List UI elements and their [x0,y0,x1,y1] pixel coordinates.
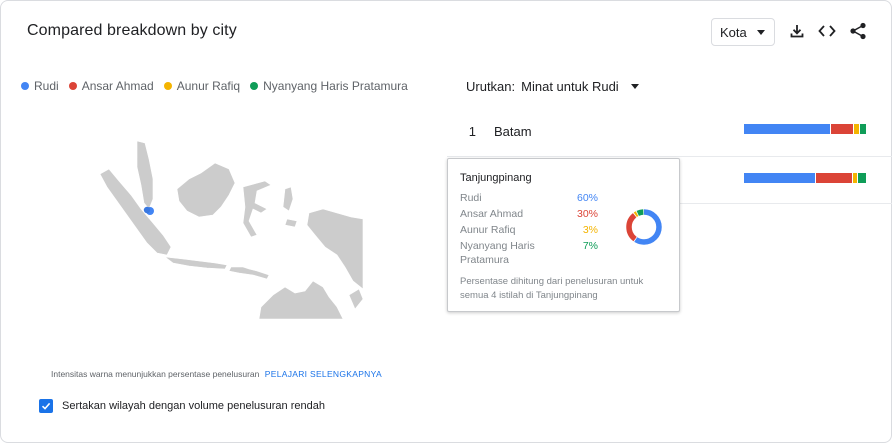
footnote-text: Intensitas warna menunjukkan persentase … [51,369,260,379]
tooltip-value: 7% [582,240,598,252]
resolution-select-value: Kota [720,24,747,40]
rank-number: 1 [468,123,476,139]
resolution-select[interactable]: Kota [711,18,775,46]
color-intensity-note: Intensitas warna menunjukkan persentase … [51,369,382,379]
segment-ansar-ahmad [831,124,853,134]
map-region-australia [258,280,344,319]
tooltip-row-rudi: Rudi 60% [460,191,598,205]
legend-dot [250,82,259,90]
segment-rudi [744,124,831,134]
legend-item-ansar-ahmad: Ansar Ahmad [68,79,154,93]
tooltip-title: Tanjungpinang [460,172,532,184]
low-volume-checkbox[interactable] [39,399,53,413]
download-icon [790,25,804,38]
tooltip-row-aunur-rafiq: Aunur Rafiq 3% [460,223,598,237]
map-region-java [163,256,228,270]
legend-dot [68,82,77,90]
code-icon [818,25,836,37]
map-region-peninsula [136,140,154,210]
legend-dot [163,82,172,90]
segment-aunur-rafiq [853,124,860,134]
region-map[interactable] [97,129,367,319]
map-region-sulawesi [242,180,272,238]
stacked-bar [744,173,866,183]
map-region-nusa-tenggara [228,266,270,280]
highlight-marker-batam [143,206,151,214]
legend-dot [21,82,29,90]
legend-label: Nyanyang Haris Pratamura [263,79,408,93]
share-button[interactable] [847,20,869,42]
embed-button[interactable] [816,20,838,42]
learn-more-link[interactable]: PELAJARI SELENGKAPNYA [265,369,382,379]
tooltip-value: 30% [576,208,598,220]
row-divider [447,156,892,157]
low-volume-checkbox-row[interactable]: Sertakan wilayah dengan volume penelusur… [39,399,325,413]
segment-nyanyang [860,124,866,134]
legend-item-aunur-rafiq: Aunur Rafiq [163,79,241,93]
legend-item-rudi: Rudi [21,79,59,93]
tooltip-term: Nyanyang Haris Pratamura [460,240,535,266]
tooltip-value: 3% [582,224,598,236]
tooltip-value: 60% [576,192,598,204]
tooltip-donut-chart [626,209,662,245]
legend-label: Aunur Rafiq [176,79,241,93]
caret-down-icon [630,84,639,89]
tooltip-row-nyanyang: Nyanyang Haris Pratamura 7% [460,239,598,267]
map-region-papua [306,208,364,290]
share-icon [850,22,866,40]
legend-item-nyanyang: Nyanyang Haris Pratamura [250,79,408,93]
tooltip-row-ansar-ahmad: Ansar Ahmad 30% [460,207,598,221]
segment-aunur-rafiq [853,173,857,183]
map-region-sumatra [99,168,172,256]
tooltip-term: Ansar Ahmad [460,208,524,220]
tooltip-footer: Persentase dihitung dari penelusuran unt… [460,276,644,301]
tooltip-term: Rudi [460,192,482,204]
segment-rudi [744,173,816,183]
stacked-bar [744,124,866,134]
legend-label: Ansar Ahmad [81,79,154,93]
legend-label: Rudi [34,79,59,93]
segment-nyanyang [857,173,866,183]
tooltip-term: Aunur Rafiq [460,224,516,236]
download-button[interactable] [786,20,808,42]
card-title: Compared breakdown by city [27,22,237,39]
map-region-borneo [176,162,236,218]
caret-down-icon [757,30,765,35]
sort-label: Urutkan: [466,79,516,94]
map-region-maluku [282,186,294,212]
sort-value: Minat untuk Rudi [521,79,619,94]
low-volume-checkbox-label: Sertakan wilayah dengan volume penelusur… [62,400,325,412]
city-tooltip: Tanjungpinang Rudi 60% Ansar Ahmad 30% A… [447,158,680,312]
check-icon [41,402,51,410]
segment-ansar-ahmad [816,173,853,183]
compare-breakdown-card: Compared breakdown by city Kota Rudi Ans… [0,0,892,443]
legend: Rudi Ansar Ahmad Aunur Rafiq Nyanyang Ha… [21,79,418,93]
sort-dropdown[interactable]: Urutkan: Minat untuk Rudi [466,79,639,94]
